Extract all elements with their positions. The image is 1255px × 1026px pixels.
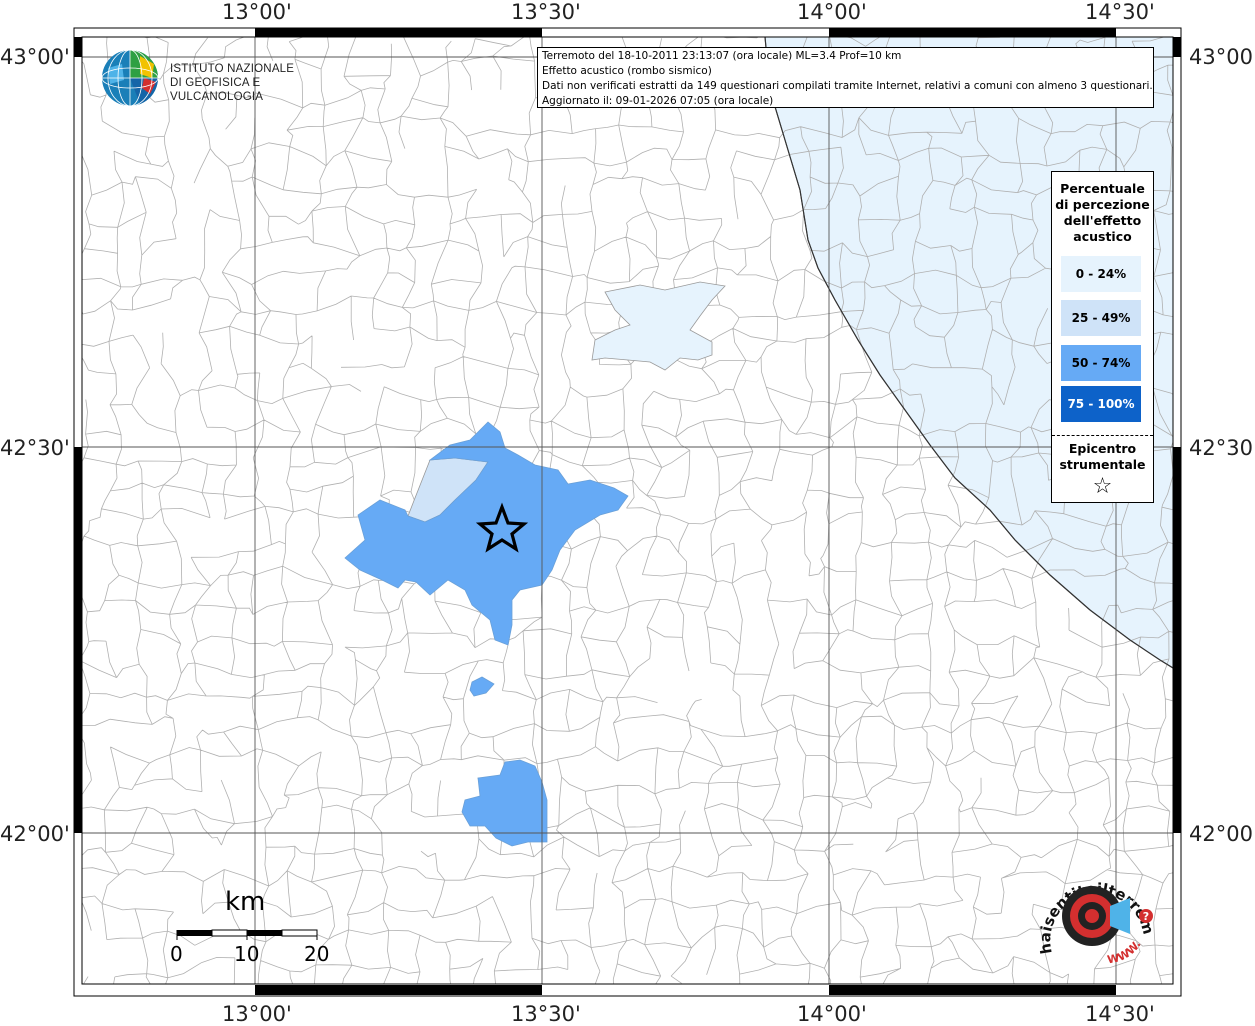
ingv-name-line2: DI GEOFISICA E VULCANOLOGIA bbox=[170, 77, 264, 103]
lat-label-right-4300: 43°00' bbox=[1189, 45, 1255, 69]
legend-epicenter-line1: Epicentro bbox=[1068, 441, 1137, 456]
ingv-name-line1: ISTITUTO NAZIONALE bbox=[170, 63, 295, 75]
legend-title: Percentuale di percezione dell'effetto a… bbox=[1052, 181, 1153, 245]
ingv-name: ISTITUTO NAZIONALE DI GEOFISICA E VULCAN… bbox=[170, 62, 330, 104]
lon-label-bottom-1300: 13°00' bbox=[222, 1002, 292, 1026]
lat-label-left-4200: 42°00' bbox=[0, 822, 70, 846]
hsit-question: ? bbox=[1143, 910, 1149, 923]
lon-label-bottom-1430: 14°30' bbox=[1085, 1002, 1155, 1026]
lon-label-top-1330: 13°30' bbox=[511, 0, 581, 24]
legend-item-0-24: 0 - 24% bbox=[1061, 256, 1141, 292]
legend-item-75-100: 75 - 100% bbox=[1061, 386, 1141, 422]
event-info-line2: Effetto acustico (rombo sismico) bbox=[542, 65, 712, 77]
legend-title-line3: dell'effetto bbox=[1063, 213, 1142, 228]
legend-title-line4: acustico bbox=[1073, 229, 1132, 244]
target-icon: haisentitoilterremoto.it WWW. ? bbox=[1025, 844, 1158, 966]
lat-label-left-4230: 42°30' bbox=[0, 436, 70, 460]
event-info-line4: Aggiornato il: 09-01-2026 07:05 (ora loc… bbox=[542, 95, 774, 107]
lon-label-bottom-1400: 14°00' bbox=[797, 1002, 867, 1026]
legend-separator bbox=[1052, 435, 1153, 436]
scale-tick-0: 0 bbox=[170, 942, 183, 966]
legend-title-line2: di percezione bbox=[1055, 197, 1150, 212]
ingv-globe-icon bbox=[101, 49, 159, 107]
legend-star-icon: ☆ bbox=[1092, 474, 1113, 499]
legend: Percentuale di percezione dell'effetto a… bbox=[1051, 171, 1154, 503]
ingv-logo: ISTITUTO NAZIONALE DI GEOFISICA E VULCAN… bbox=[100, 48, 330, 110]
scale-tick-20: 20 bbox=[304, 942, 330, 966]
lon-label-top-1300: 13°00' bbox=[222, 0, 292, 24]
legend-epicenter-title: Epicentro strumentale bbox=[1052, 441, 1153, 473]
scale-tick-10: 10 bbox=[234, 942, 260, 966]
lon-label-bottom-1330: 13°30' bbox=[511, 1002, 581, 1026]
lat-label-right-4200: 42°00' bbox=[1189, 822, 1255, 846]
lon-label-top-1430: 14°30' bbox=[1085, 0, 1155, 24]
legend-epicenter-line2: strumentale bbox=[1059, 457, 1146, 472]
legend-title-line1: Percentuale bbox=[1060, 181, 1145, 196]
event-info-line1: Terremoto del 18-10-2011 23:13:07 (ora l… bbox=[542, 50, 902, 62]
lat-label-right-4230: 42°30' bbox=[1189, 436, 1255, 460]
lat-label-left-4300: 43°00' bbox=[0, 45, 70, 69]
legend-item-50-74: 50 - 74% bbox=[1061, 345, 1141, 381]
event-info-box: Terremoto del 18-10-2011 23:13:07 (ora l… bbox=[537, 47, 1154, 108]
scale-unit: km bbox=[225, 887, 266, 917]
event-info-line3: Dati non verificati estratti da 149 ques… bbox=[542, 80, 1153, 92]
legend-item-25-49: 25 - 49% bbox=[1061, 300, 1141, 336]
lon-label-top-1400: 14°00' bbox=[797, 0, 867, 24]
hsit-www: WWW. bbox=[1106, 938, 1143, 966]
hsit-logo: haisentitoilterremoto.it WWW. ? bbox=[1025, 844, 1165, 978]
